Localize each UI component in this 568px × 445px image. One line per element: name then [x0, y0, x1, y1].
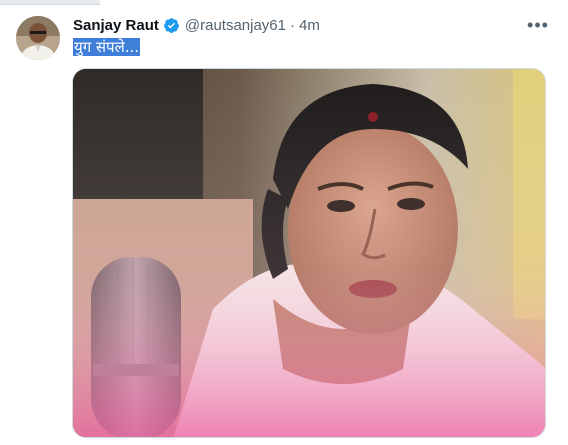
tweet[interactable]: Sanjay Raut @rautsanjay61 · 4m ••• युग स… — [0, 0, 568, 445]
user-handle[interactable]: @rautsanjay61 — [185, 17, 286, 34]
more-options-icon[interactable]: ••• — [526, 13, 550, 37]
avatar[interactable] — [16, 16, 60, 60]
tweet-media-image[interactable] — [72, 68, 546, 438]
verified-badge-icon — [163, 17, 180, 34]
tweet-text: युग संपले... — [73, 38, 141, 56]
separator-dot: · — [290, 16, 295, 34]
tweet-header: Sanjay Raut @rautsanjay61 · 4m — [73, 14, 320, 36]
timestamp[interactable]: 4m — [299, 17, 320, 34]
display-name[interactable]: Sanjay Raut — [73, 17, 159, 34]
